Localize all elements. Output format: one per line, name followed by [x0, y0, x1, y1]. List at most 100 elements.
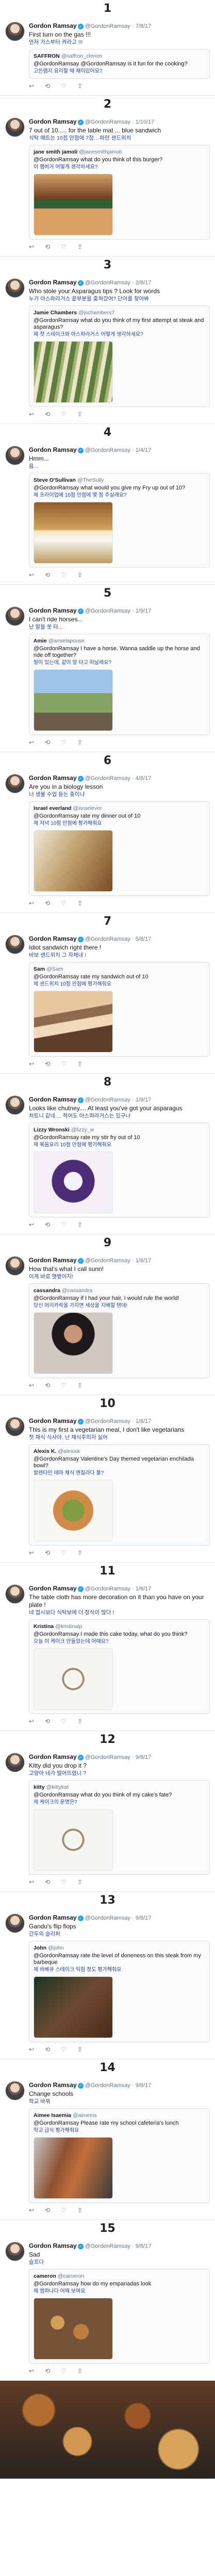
quoted-author-handle[interactable]: @janesmithjamoli: [79, 149, 122, 155]
tweet-photo[interactable]: [34, 1809, 113, 1871]
tweet-date[interactable]: 9/8/17: [136, 1754, 152, 1760]
reply-button[interactable]: ↩: [29, 1549, 36, 1556]
author-name[interactable]: Gordon Ramsay: [29, 279, 77, 286]
quoted-author-handle[interactable]: @cameron: [58, 2273, 85, 2279]
retweet-button[interactable]: ⟲: [45, 1718, 52, 1725]
reply-button[interactable]: ↩: [29, 2046, 36, 2053]
quoted-author-name[interactable]: cameron: [34, 2273, 56, 2279]
like-button[interactable]: ♡: [61, 411, 68, 418]
quoted-tweet[interactable]: Alexis K. @alexisk @GordonRamsay Valentine…: [29, 1444, 210, 1546]
avatar[interactable]: [5, 22, 25, 41]
quoted-author-handle[interactable]: @kristinalp: [55, 1623, 82, 1630]
quoted-author-handle[interactable]: @amielapouse: [48, 638, 85, 644]
reply-button[interactable]: ↩: [29, 243, 36, 250]
tweet-card[interactable]: Gordon Ramsay ✓ @GordonRamsay · 4/8/17 Are …: [0, 770, 215, 913]
quoted-author-handle[interactable]: @israelever: [73, 805, 102, 811]
author-handle[interactable]: @GordonRamsay: [85, 936, 130, 942]
quoted-tweet[interactable]: Kristina @kristinalp @GordonRamsay I made …: [29, 1619, 210, 1714]
author-handle[interactable]: @GordonRamsay: [85, 1258, 130, 1264]
quoted-author-handle[interactable]: @TheSully: [77, 477, 104, 483]
reply-button[interactable]: ↩: [29, 1382, 36, 1389]
reply-button[interactable]: ↩: [29, 1221, 36, 1228]
like-button[interactable]: ♡: [61, 243, 68, 250]
share-button[interactable]: ⇪: [77, 571, 82, 579]
reply-button[interactable]: ↩: [29, 571, 36, 579]
quoted-author-handle[interactable]: @john: [48, 1945, 64, 1951]
retweet-button[interactable]: ⟲: [45, 2046, 52, 2053]
tweet-card[interactable]: Gordon Ramsay ✓ @GordonRamsay · 9/8/17 Sad 슬…: [0, 2238, 215, 2381]
tweet-card[interactable]: Gordon Ramsay ✓ @GordonRamsay · 1/9/17 I ca…: [0, 602, 215, 752]
like-button[interactable]: ♡: [61, 2046, 68, 2053]
author-name[interactable]: Gordon Ramsay: [29, 1417, 77, 1425]
retweet-button[interactable]: ⟲: [45, 2367, 52, 2375]
quoted-author-name[interactable]: Amie: [34, 638, 47, 644]
share-button[interactable]: ⇪: [77, 243, 82, 250]
tweet-card[interactable]: Gordon Ramsay ✓ @GordonRamsay · 7/8/17 Firs…: [0, 18, 215, 96]
share-button[interactable]: ⇪: [77, 1221, 82, 1228]
share-button[interactable]: ⇪: [77, 2046, 82, 2053]
share-button[interactable]: ⇪: [77, 900, 82, 907]
quoted-tweet[interactable]: SAFFRON @saffron_clemm @GordonRamsay @Gord…: [29, 49, 210, 79]
author-handle[interactable]: @GordonRamsay: [85, 1418, 130, 1425]
tweet-photo[interactable]: [34, 341, 113, 403]
share-button[interactable]: ⇪: [77, 739, 82, 746]
quoted-tweet[interactable]: John @john @GordonRamsay rate the level of…: [29, 1941, 210, 2042]
quoted-tweet[interactable]: cameron @cameron @GordonRamsay how do my e…: [29, 2269, 210, 2364]
avatar[interactable]: [5, 1095, 25, 1115]
reply-button[interactable]: ↩: [29, 739, 36, 746]
avatar[interactable]: [5, 446, 25, 465]
quoted-author-name[interactable]: kitty: [34, 1784, 45, 1790]
author-handle[interactable]: @GordonRamsay: [85, 1586, 130, 1592]
quoted-author-handle[interactable]: @kittykat: [46, 1784, 69, 1790]
author-name[interactable]: Gordon Ramsay: [29, 1914, 77, 1921]
quoted-author-name[interactable]: Aimee Isaemia: [34, 2112, 71, 2119]
share-button[interactable]: ⇪: [77, 82, 82, 90]
author-name[interactable]: Gordon Ramsay: [29, 774, 77, 782]
tweet-date[interactable]: 5/8/17: [136, 936, 152, 942]
quoted-author-handle[interactable]: @alexisk: [58, 1448, 80, 1454]
reply-button[interactable]: ↩: [29, 2207, 36, 2214]
tweet-date[interactable]: 1/9/17: [136, 608, 152, 614]
retweet-button[interactable]: ⟲: [45, 411, 52, 418]
quoted-author-name[interactable]: Sam: [34, 966, 45, 972]
tweet-card[interactable]: Gordon Ramsay ✓ @GordonRamsay · 1/8/17 How …: [0, 1252, 215, 1395]
tweet-card[interactable]: Gordon Ramsay ✓ @GordonRamsay · 9/8/17 Gand…: [0, 1909, 215, 2059]
quoted-tweet[interactable]: jane smith jamoli @janesmithjamoli @Gordon…: [29, 145, 210, 240]
share-button[interactable]: ⇪: [77, 1549, 82, 1556]
quoted-author-handle[interactable]: @aimeeis: [73, 2112, 97, 2119]
tweet-date[interactable]: 7/8/17: [136, 23, 152, 29]
author-handle[interactable]: @GordonRamsay: [85, 775, 130, 782]
quoted-author-name[interactable]: jane smith jamoli: [34, 149, 77, 155]
tweet-photo[interactable]: [34, 991, 113, 1053]
share-button[interactable]: ⇪: [77, 1718, 82, 1725]
like-button[interactable]: ♡: [61, 1060, 68, 1067]
author-name[interactable]: Gordon Ramsay: [29, 446, 77, 453]
quoted-tweet[interactable]: Amie @amielapouse @GordonRamsay I have a h…: [29, 634, 210, 735]
author-handle[interactable]: @GordonRamsay: [85, 23, 130, 29]
tweet-card[interactable]: Gordon Ramsay ✓ @GordonRamsay · 2/8/17 Who …: [0, 274, 215, 424]
author-name[interactable]: Gordon Ramsay: [29, 2081, 77, 2089]
author-handle[interactable]: @GordonRamsay: [85, 2082, 130, 2089]
author-name[interactable]: Gordon Ramsay: [29, 1257, 77, 1264]
like-button[interactable]: ♡: [61, 2367, 68, 2375]
share-button[interactable]: ⇪: [77, 1382, 82, 1389]
tweet-photo[interactable]: [34, 1312, 113, 1374]
retweet-button[interactable]: ⟲: [45, 2207, 52, 2214]
retweet-button[interactable]: ⟲: [45, 1549, 52, 1556]
quoted-author-name[interactable]: Israel everland: [34, 805, 72, 811]
avatar[interactable]: [5, 1753, 25, 1772]
quoted-tweet[interactable]: Israel everland @israelever @GordonRamsay …: [29, 801, 210, 896]
retweet-button[interactable]: ⟲: [45, 82, 52, 90]
retweet-button[interactable]: ⟲: [45, 1382, 52, 1389]
quoted-author-name[interactable]: Steve O'Sullivan: [34, 477, 76, 483]
author-name[interactable]: Gordon Ramsay: [29, 1585, 77, 1592]
tweet-photo[interactable]: [34, 2137, 113, 2199]
tweet-photo[interactable]: [34, 502, 113, 564]
quoted-tweet[interactable]: cassandra @cassandra @GordonRamsay if I ha…: [29, 1283, 210, 1378]
tweet-date[interactable]: 9/8/17: [136, 2082, 152, 2089]
author-handle[interactable]: @GordonRamsay: [85, 1915, 130, 1921]
author-name[interactable]: Gordon Ramsay: [29, 935, 77, 942]
like-button[interactable]: ♡: [61, 739, 68, 746]
avatar[interactable]: [5, 2242, 25, 2261]
retweet-button[interactable]: ⟲: [45, 1060, 52, 1067]
